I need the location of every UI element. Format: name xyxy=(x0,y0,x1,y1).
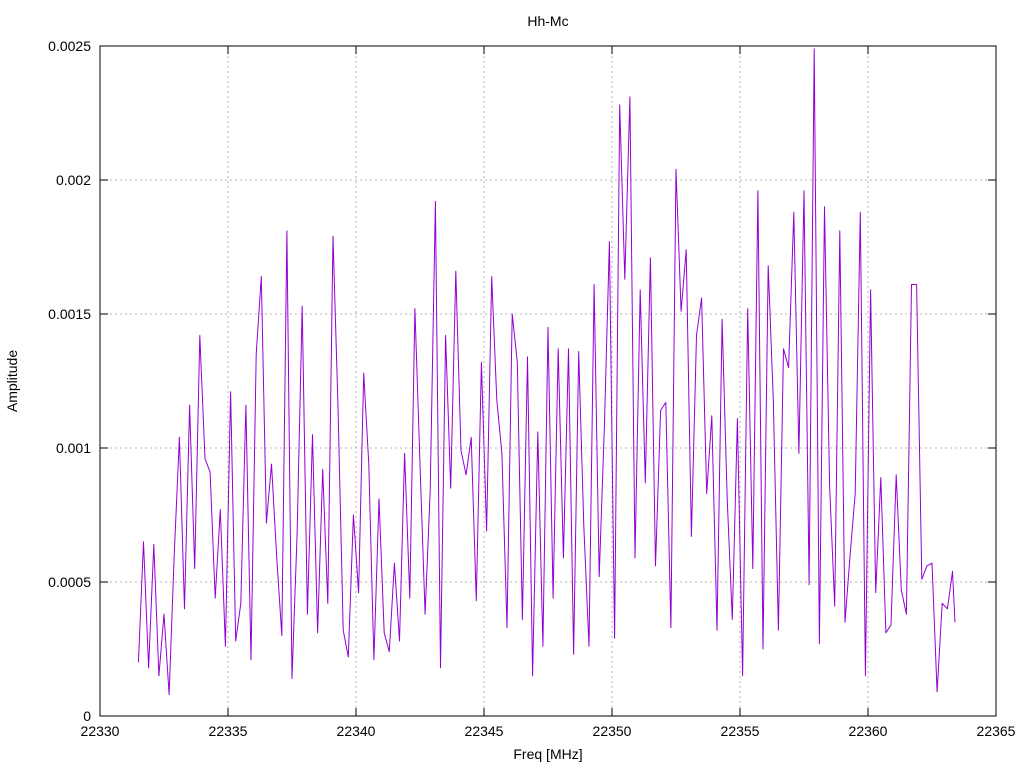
y-tick-label: 0 xyxy=(83,708,91,724)
y-tick-label: 0.001 xyxy=(56,440,91,456)
x-tick-label: 22335 xyxy=(209,723,248,739)
x-tick-label: 22355 xyxy=(721,723,760,739)
x-tick-label: 22365 xyxy=(977,723,1016,739)
series-line xyxy=(137,48,956,696)
chart-title: Hh-Mc xyxy=(527,13,568,29)
x-tick-label: 22340 xyxy=(337,723,376,739)
y-tick-label: 0.0025 xyxy=(48,38,91,54)
amplitude-frequency-chart: 22330 22335 22340 22345 22350 22355 22360 22365… xyxy=(4,13,1016,762)
x-tick-label: 22345 xyxy=(465,723,504,739)
gridlines xyxy=(100,46,996,716)
series-group xyxy=(137,48,956,696)
x-tick-label: 22330 xyxy=(81,723,120,739)
plot-frame xyxy=(99,45,997,717)
x-tick-label: 22350 xyxy=(593,723,632,739)
y-tick-label: 0.002 xyxy=(56,172,91,188)
y-tick-label: 0.0005 xyxy=(48,574,91,590)
y-tick-label: 0.0015 xyxy=(48,306,91,322)
x-axis-label: Freq [MHz] xyxy=(513,746,582,762)
y-axis-label: Amplitude xyxy=(4,350,20,412)
x-tick-label: 22360 xyxy=(849,723,888,739)
